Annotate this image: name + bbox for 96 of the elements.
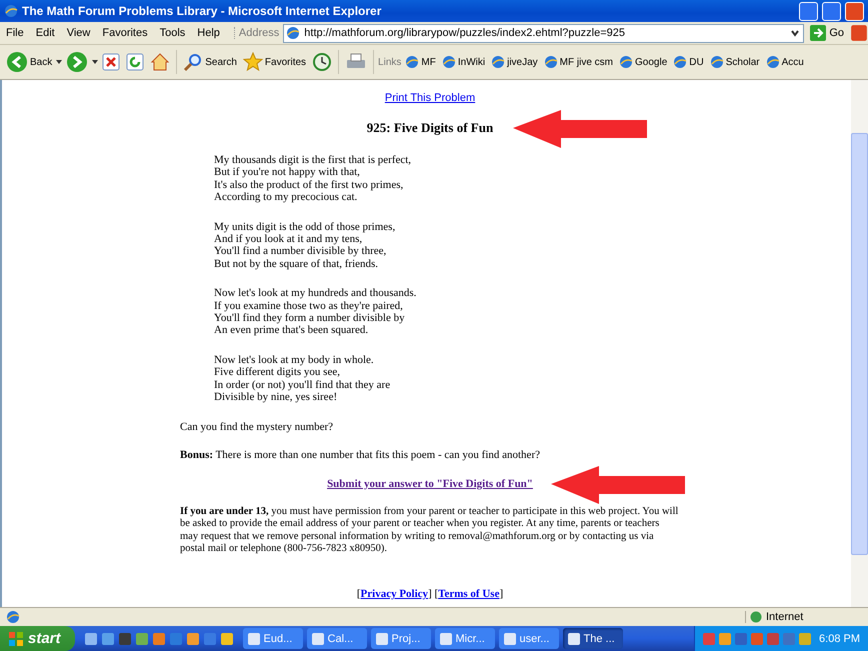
link-button[interactable]: MF jive csm — [542, 53, 616, 71]
pointer-arrow-icon — [513, 110, 648, 148]
quick-launch-icon[interactable] — [186, 632, 199, 644]
maximize-button[interactable] — [822, 2, 841, 20]
poem-stanza: My thousands digit is the first that is perfect, But if you're not happy with that, It's also the product of the first two primes, According to my precocious cat. — [214, 154, 412, 204]
menu-item[interactable]: Help — [191, 27, 226, 39]
scrollbar[interactable] — [851, 80, 868, 607]
home-icon — [150, 52, 170, 72]
privacy-policy-link[interactable]: Privacy Policy — [360, 588, 428, 600]
history-clock-icon — [312, 52, 332, 72]
quick-launch-icon[interactable] — [102, 632, 114, 644]
poem-stanza: My units digit is the odd of those primes, And if you look at it and my tens, You'll find a number divisible by three, But not by the square of that, friends. — [214, 220, 396, 270]
taskbar-button[interactable]: Proj... — [370, 628, 431, 649]
window-icon — [376, 632, 388, 644]
quick-launch-icon[interactable] — [220, 632, 233, 644]
clock-text: 6:08 PM — [819, 632, 860, 644]
window-title: The Math Forum Problems Library - Microsoft Internet Explorer — [22, 4, 382, 18]
zone-text: Internet — [766, 611, 804, 623]
link-button[interactable]: DU — [671, 53, 706, 71]
bonus-text: Bonus: There is more than one number that fits this poem - can you find another? — [180, 449, 541, 462]
notice-text: If you are under 13, you must have permission from your parent or teacher to participate in this web project. You will be asked to provide the email address of your parent or teacher when you register. At any time, parents or teachers may request that we remove personal information by writing to removal@mathforum.org or by contacting us via postal mail or telephone (800-756-7823 x80950). — [180, 506, 680, 556]
link-button[interactable]: InWiki — [440, 53, 488, 71]
globe-icon — [673, 55, 688, 69]
globe-icon — [405, 55, 420, 69]
tray-icon[interactable] — [799, 632, 812, 644]
menu-item[interactable]: Favorites — [96, 27, 154, 39]
search-button[interactable]: Search — [181, 50, 239, 74]
link-button[interactable]: Scholar — [708, 53, 762, 71]
star-icon — [242, 52, 263, 72]
refresh-button[interactable] — [124, 51, 146, 73]
close-button[interactable] — [845, 2, 864, 20]
back-button[interactable]: Back — [4, 49, 54, 75]
quick-launch-icon[interactable] — [136, 632, 148, 644]
globe-icon — [750, 611, 762, 623]
globe-icon — [710, 55, 724, 69]
quick-launch-icon[interactable] — [204, 632, 216, 644]
go-button[interactable]: Go — [804, 25, 850, 41]
minimize-button[interactable] — [799, 2, 818, 20]
taskbar-button[interactable]: Cal... — [306, 628, 367, 649]
window-icon — [504, 632, 516, 644]
window-icon — [312, 632, 324, 644]
poem-stanza: Now let's look at my hundreds and thousands. If you examine those two as they're paired, You'll find they form a number divisible by An even prime that's been squared. — [214, 287, 418, 337]
dropdown-icon — [92, 60, 98, 64]
link-button[interactable]: Google — [617, 53, 670, 71]
quick-launch-icon[interactable] — [84, 632, 97, 644]
taskbar-button[interactable]: user... — [498, 628, 559, 649]
address-field[interactable]: http://mathforum.org/librarypow/puzzles/index2.ehtml?puzzle=925 — [283, 24, 804, 42]
taskbar-button[interactable]: Micr... — [434, 628, 495, 649]
window-icon — [568, 632, 580, 644]
menu-item[interactable]: Edit — [30, 27, 61, 39]
links-label: Links — [378, 56, 402, 68]
globe-icon — [619, 55, 634, 69]
tray-icon[interactable] — [751, 632, 764, 644]
globe-icon — [766, 55, 780, 69]
quick-launch-icon[interactable] — [152, 632, 165, 644]
go-arrow-icon — [810, 25, 826, 41]
link-button[interactable]: Accu — [764, 53, 806, 71]
stop-button[interactable] — [100, 51, 122, 73]
tray-icon[interactable] — [767, 632, 780, 644]
tray-icon[interactable] — [783, 632, 796, 644]
link-button[interactable]: MF — [403, 53, 438, 71]
globe-icon — [4, 4, 18, 18]
menu-item[interactable]: File — [0, 27, 30, 39]
bracket-text: [ — [356, 588, 361, 600]
bracket-text: ] [ — [428, 588, 438, 600]
taskbar-button[interactable]: The ... — [562, 628, 623, 649]
globe-icon — [6, 610, 20, 624]
window-icon — [440, 632, 452, 644]
menu-item[interactable]: Tools — [154, 27, 192, 39]
globe-icon — [491, 55, 506, 69]
search-icon — [183, 52, 204, 72]
globe-icon — [286, 26, 300, 40]
poem-stanza: Now let's look at my body in whole. Five different digits you see, In order (or not) you'll find that they are Divisible by nine, yes siree! — [214, 354, 392, 404]
start-button[interactable]: start — [0, 626, 75, 651]
taskbar-button[interactable]: Eud... — [242, 628, 303, 649]
print-link[interactable]: Print This Problem — [384, 92, 476, 104]
problem-heading: 925: Five Digits of Fun — [366, 120, 494, 136]
globe-icon — [442, 55, 456, 69]
quick-launch-icon[interactable] — [170, 632, 182, 644]
bracket-text: ] — [499, 588, 504, 600]
globe-icon — [544, 55, 558, 69]
stop-icon — [102, 53, 120, 71]
link-button[interactable]: jiveJay — [489, 53, 540, 71]
tray-icon[interactable] — [735, 632, 748, 644]
menu-item[interactable]: View — [60, 27, 96, 39]
pointer-arrow-icon — [550, 466, 685, 504]
favorites-button[interactable]: Favorites — [240, 50, 308, 74]
dropdown-icon — [56, 60, 62, 64]
terms-of-use-link[interactable]: Terms of Use — [438, 588, 500, 600]
question-text: Can you find the mystery number? — [180, 420, 334, 434]
submit-answer-link[interactable]: Submit your answer to "Five Digits of Fun" — [327, 478, 533, 490]
refresh-icon — [126, 53, 144, 71]
window-icon — [248, 632, 260, 644]
tray-icon[interactable] — [703, 632, 716, 644]
quick-launch-icon[interactable] — [118, 632, 131, 644]
tray-icon[interactable] — [719, 632, 732, 644]
